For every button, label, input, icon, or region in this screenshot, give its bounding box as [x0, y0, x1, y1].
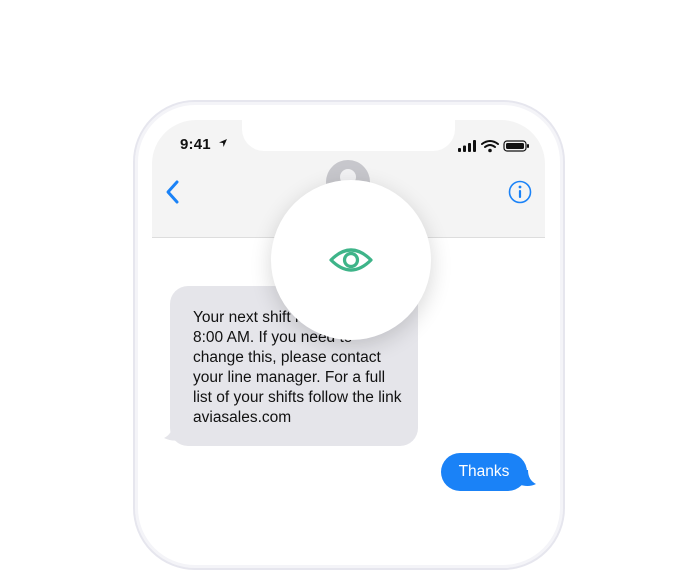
location-arrow-icon: [219, 139, 227, 147]
wifi-icon: [481, 140, 499, 153]
signal-icon: [458, 140, 476, 152]
status-icons: [458, 140, 529, 153]
incoming-bubble-tail: [164, 426, 182, 441]
battery-icon: [503, 140, 529, 152]
back-chevron-icon[interactable]: [162, 178, 186, 206]
eye-icon: [329, 248, 373, 272]
status-time: 9:41: [180, 136, 211, 153]
outgoing-bubble-tail: [518, 470, 536, 486]
outgoing-message-bubble: Thanks: [441, 453, 527, 491]
preview-eye-overlay[interactable]: [271, 180, 431, 340]
info-icon[interactable]: [508, 180, 532, 204]
phone-notch: [242, 120, 455, 151]
